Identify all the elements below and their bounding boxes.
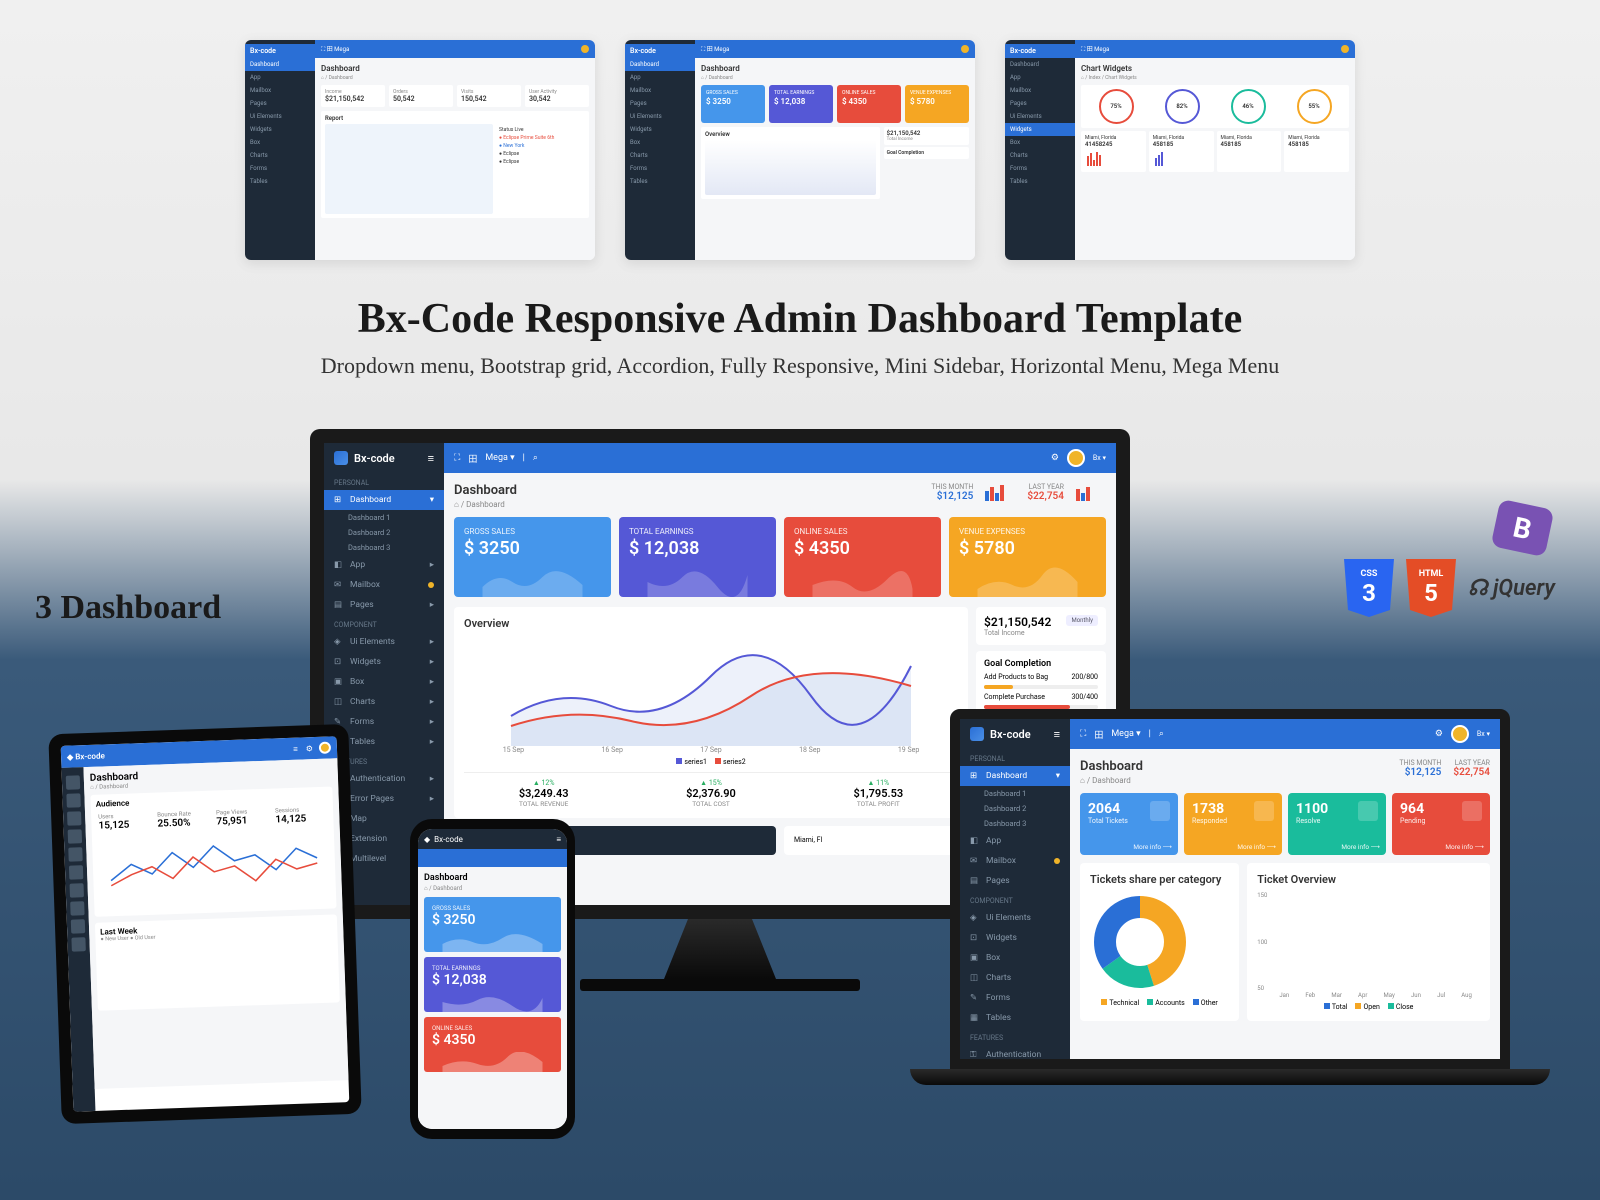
thumbnail-dashboard-1: Bx-code Dashboard AppMailboxPages Ui Ele… [245,40,595,260]
jquery-icon: ☊ jQuery [1468,576,1555,601]
sidebar-item-mailbox[interactable]: ✉Mailbox [324,575,444,595]
gear-icon[interactable]: ⚙ [1051,453,1059,463]
sidebar-item-app[interactable]: ◧App▸ [324,555,444,575]
stat-income: Monthly$21,150,542Total Income [976,607,1106,645]
sidebar-section: COMPONENT [324,615,444,632]
report-title: Report [325,115,585,122]
mega-menu[interactable]: Mega ▾ [485,453,514,463]
ticket-icon [1150,801,1170,821]
thumbnail-row: Bx-code Dashboard AppMailboxPages Ui Ele… [0,0,1600,285]
brand-text: Bx-code [354,452,395,465]
week-bars [101,938,335,1006]
tile-responded[interactable]: 1738RespondedMore info ⟶ [1184,793,1282,855]
menu-icon[interactable]: ≡ [428,452,434,465]
laptop-device: Bx-code≡ PERSONAL ⊞Dashboard▾ Dashboard … [910,709,1550,1085]
tech-badges: CSS3 HTML5 ☊ jQuery [1344,559,1555,617]
tile-total-tickets[interactable]: 2064Total TicketsMore info ⟶ [1080,793,1178,855]
tile-gross-sales[interactable]: GROSS SALES$ 3250 [424,897,561,952]
thumbnail-dashboard-2: Bx-code Dashboard AppMailboxPages Ui Ele… [625,40,975,260]
sidebar-subitem[interactable]: Dashboard 1 [324,510,444,525]
brand-logo: Bx-code [245,44,315,58]
donut-chart [1090,892,1190,992]
sidebar-section: PERSONAL [324,473,444,490]
page-title: Dashboard [424,873,561,883]
page-title: Dashboard [321,64,589,73]
sidebar-item-charts[interactable]: ◫Charts▸ [324,692,444,712]
tile-pending[interactable]: 964PendingMore info ⟶ [1392,793,1490,855]
tile-earnings[interactable]: TOTAL EARNINGS$ 12,038 [424,957,561,1012]
line-chart [97,828,331,906]
breadcrumb: ⌂ / Dashboard [321,75,589,81]
tablet-device: ◆ Bx-code≡⚙ Dashboard ⌂ / Dashboard Audi… [48,724,361,1124]
sidebar-item-widgets[interactable]: ⊡Widgets▸ [324,652,444,672]
area-chart [464,636,958,746]
sidebar-item-dashboard[interactable]: ⊞Dashboard▾ [324,490,444,510]
tile-online-sales[interactable]: ONLINE SALES$ 4350 [784,517,941,597]
search-icon[interactable]: ⌕ [533,453,538,463]
sidebar-item-box[interactable]: ▣Box▸ [324,672,444,692]
bar-chart [1271,892,1480,992]
sidebar-subitem[interactable]: Dashboard 2 [324,525,444,540]
html5-icon: HTML5 [1406,559,1456,617]
tile-expenses[interactable]: VENUE EXPENSES$ 5780 [949,517,1106,597]
main-heading: Bx-Code Responsive Admin Dashboard Templ… [0,285,1600,389]
tile-earnings[interactable]: TOTAL EARNINGS$ 12,038 [619,517,776,597]
dashboard-count-label: 3 Dashboard [35,589,221,627]
tile-online-sales[interactable]: ONLINE SALES$ 4350 [424,1017,561,1072]
sidebar-item-pages[interactable]: ▤Pages▸ [324,595,444,615]
tile-gross-sales[interactable]: GROSS SALES$ 3250 [454,517,611,597]
donut-panel: Tickets share per category TechnicalAcco… [1080,863,1239,1021]
css3-icon: CSS3 [1344,559,1394,617]
bars-panel: Ticket Overview 15010050 [1247,863,1490,1021]
phone-device: ◆Bx-code≡ Dashboard ⌂ / Dashboard GROSS … [410,819,575,1139]
sidebar-item-ui[interactable]: ◈Ui Elements▸ [324,632,444,652]
expand-icon[interactable]: ⛶ [454,453,460,463]
heading-title: Bx-Code Responsive Admin Dashboard Templ… [40,295,1560,343]
sidebar-subitem[interactable]: Dashboard 3 [324,540,444,555]
thumbnail-dashboard-3: Bx-code DashboardAppMailboxPages Ui Elem… [1005,40,1355,260]
top-bar: ⛶ 田 Mega ▾ | ⌕ ⚙Bx ▾ [444,443,1116,473]
grid-icon[interactable]: 田 [468,452,477,465]
world-map [325,124,493,214]
stat-tiles: GROSS SALES$ 3250 TOTAL EARNINGS$ 12,038… [454,517,1106,597]
overview-panel: Overview 15 Sep16 Sep17 Sep1 [454,607,968,818]
sidebar-item-dashboard[interactable]: ⊞Dashboard▾ [960,766,1070,786]
logo-icon [334,451,348,465]
tile-resolve[interactable]: 1100ResolveMore info ⟶ [1288,793,1386,855]
heading-subtitle: Dropdown menu, Bootstrap grid, Accordion… [40,353,1560,379]
stat-cards: Income$21,150,542 Orders50,542 Visits150… [321,85,589,107]
sidebar-item-dashboard[interactable]: Dashboard [245,58,315,71]
avatar[interactable] [1067,449,1085,467]
bootstrap-icon: B [1491,499,1555,557]
